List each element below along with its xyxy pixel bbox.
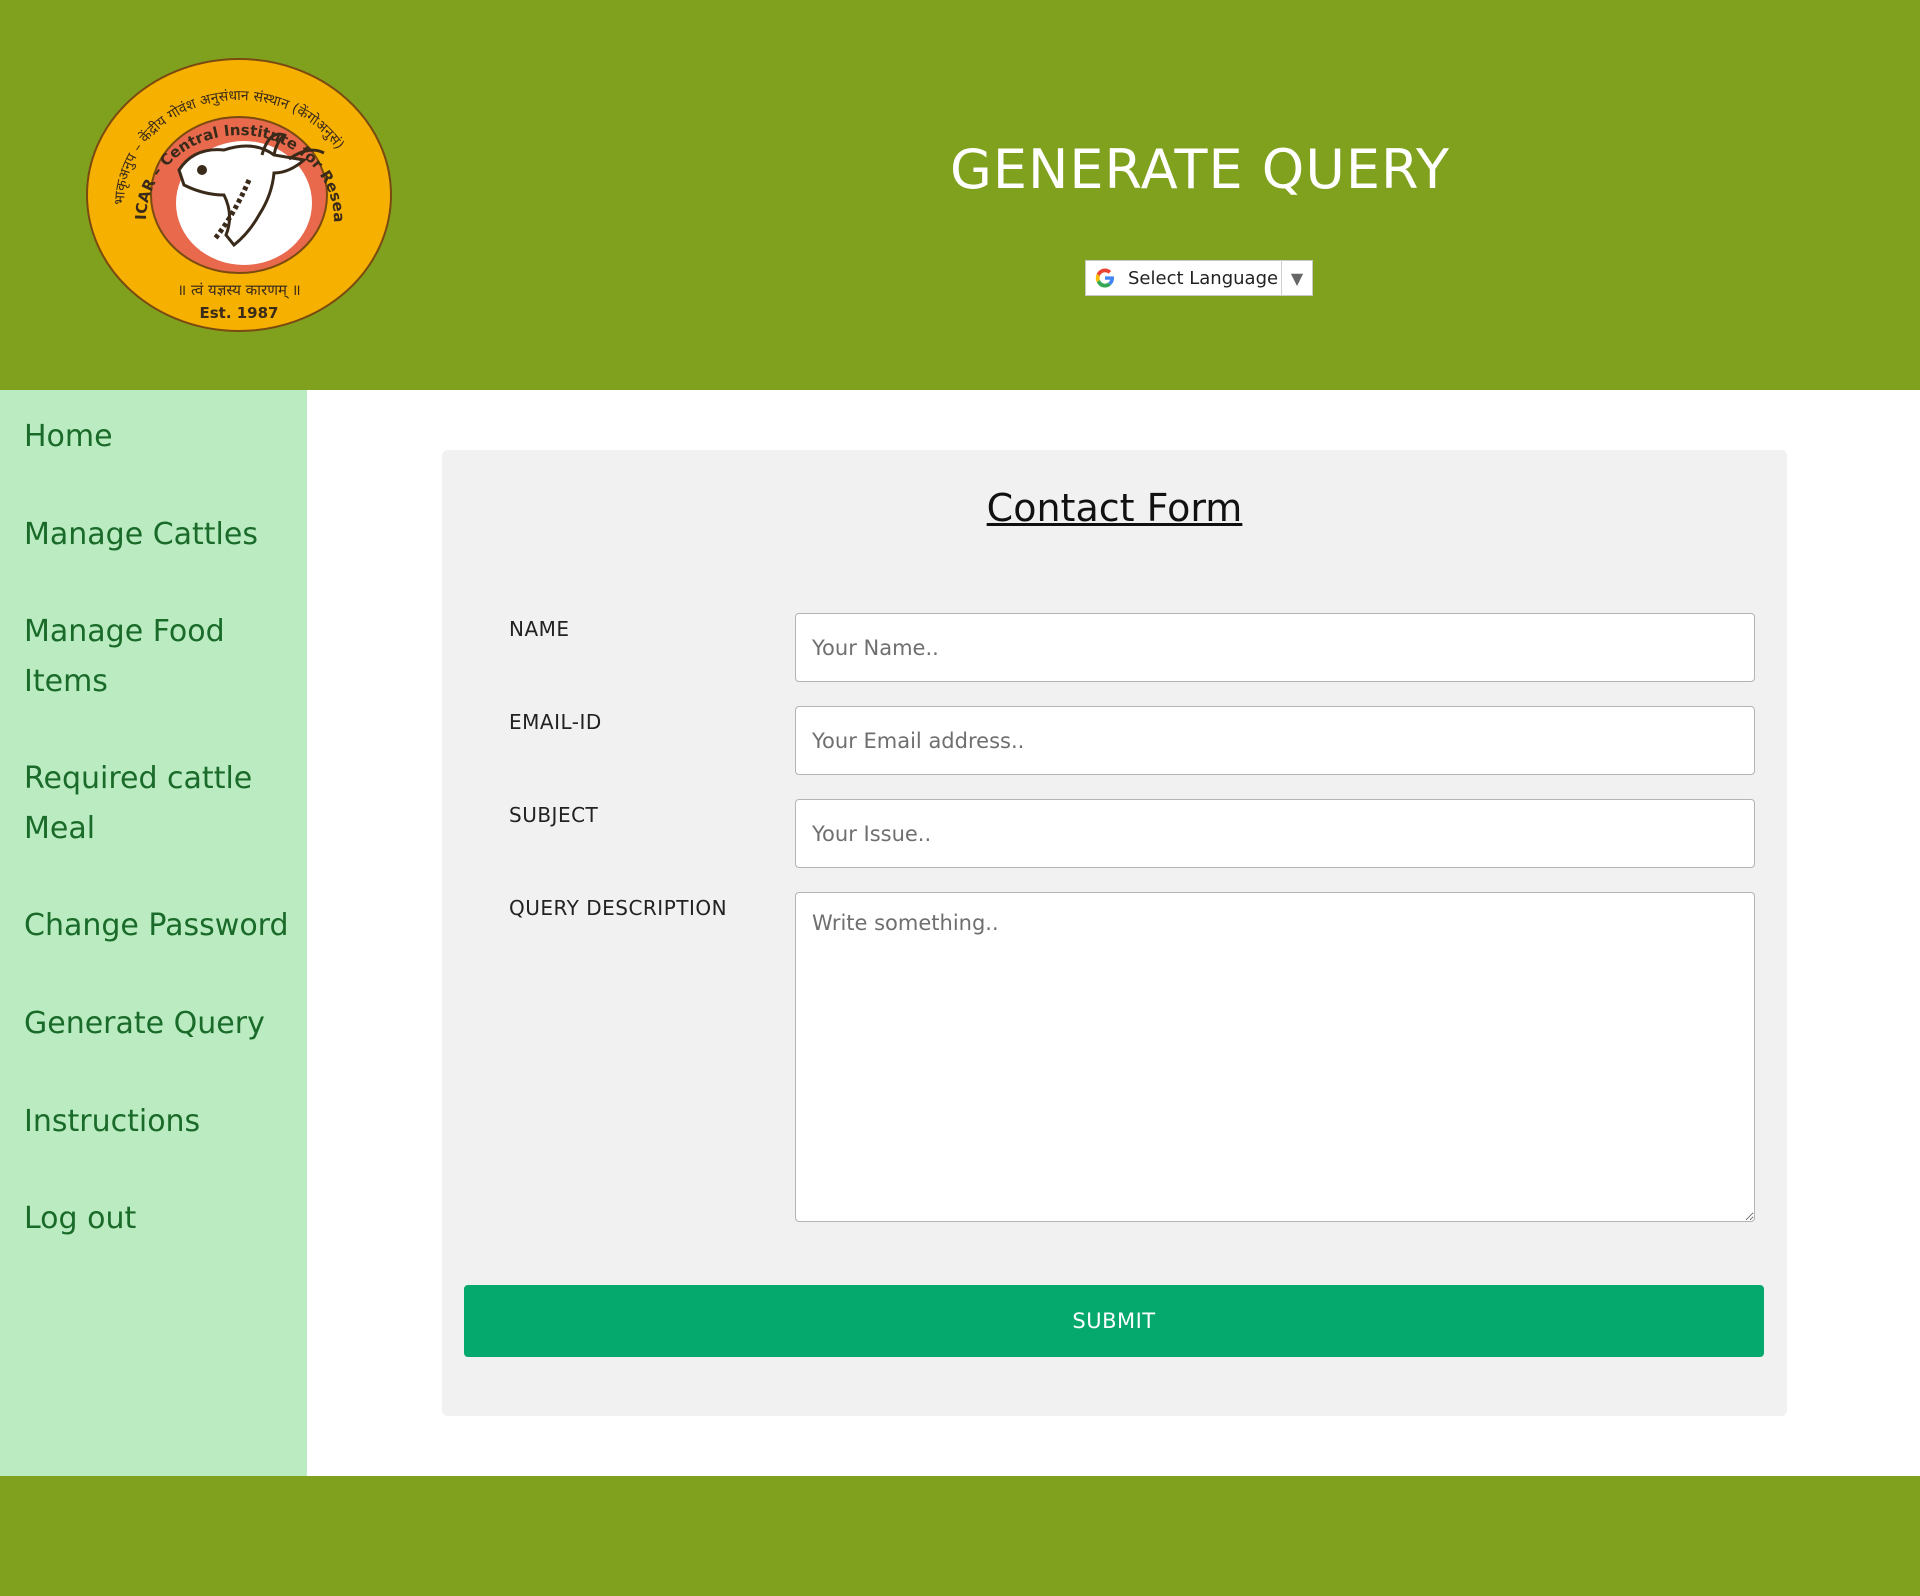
sidebar-item-log-out[interactable]: Log out [24,1194,294,1244]
name-label: NAME [509,617,570,641]
sidebar-item-manage-cattles[interactable]: Manage Cattles [24,510,294,560]
sidebar-item-label: Generate Query [24,1006,265,1041]
footer-bar [0,1476,1920,1596]
subject-label: SUBJECT [509,803,599,827]
sidebar-item-label: Manage Food [24,614,225,649]
header-bar: ICAR – Central Institute for Research on… [0,0,1920,390]
submit-button[interactable]: SUBMIT [464,1285,1764,1357]
logo-established: Est. 1987 [199,304,278,322]
sidebar-item-label: Instructions [24,1104,201,1139]
subject-field[interactable] [795,799,1755,868]
contact-form-card: Contact Form NAME EMAIL-ID SUBJECT QUERY… [442,450,1787,1416]
sidebar-item-manage-food-items[interactable]: Manage Food Items [24,607,294,707]
language-selector[interactable]: Select Language ▼ [1085,260,1313,296]
sidebar-item-label: Change Password [24,908,289,943]
query-description-field[interactable] [795,892,1755,1222]
form-title: Contact Form [986,486,1243,530]
sidebar-item-label: Home [24,419,113,454]
sidebar-item-home[interactable]: Home [24,412,294,462]
sidebar-item-change-password[interactable]: Change Password [24,901,294,951]
language-selector-label: Select Language [1128,267,1279,289]
dropdown-arrow-icon[interactable]: ▼ [1282,269,1312,288]
sidebar-item-instructions[interactable]: Instructions [24,1097,294,1147]
name-field[interactable] [795,613,1755,682]
sidebar-item-label: Manage Cattles [24,517,258,552]
sidebar-item-label-line2: Items [24,664,108,699]
page-title: GENERATE QUERY [949,138,1451,201]
logo-motto: ॥ त्वं यज्ञस्य कारणम् ॥ [177,281,301,299]
email-field[interactable] [795,706,1755,775]
sidebar-item-label: Required cattle [24,761,253,796]
sidebar-item-required-cattle-meal[interactable]: Required cattle Meal [24,754,294,854]
sidebar-item-label: Log out [24,1201,137,1236]
query-description-label: QUERY DESCRIPTION [509,896,728,920]
google-g-icon [1095,268,1114,288]
sidebar-nav: Home Manage Cattles Manage Food Items Re… [0,390,307,1476]
sidebar-item-label-line2: Meal [24,811,96,846]
email-label: EMAIL-ID [509,710,602,734]
sidebar-item-generate-query[interactable]: Generate Query [24,999,294,1049]
